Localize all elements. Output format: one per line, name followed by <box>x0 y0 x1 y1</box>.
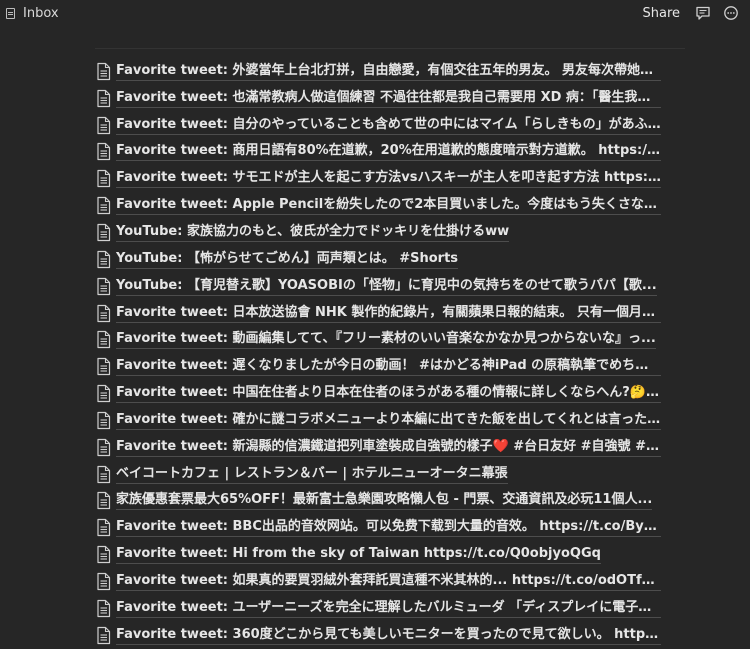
page-link-item[interactable]: Favorite tweet: サモエドが主人を起こす方法vsハスキーが主人を叩… <box>96 165 666 192</box>
document-icon <box>97 492 111 510</box>
page-link-item[interactable]: Favorite tweet: 自分のやっていることも含めて世の中にはマイム「ら… <box>96 112 666 139</box>
page-link-label[interactable]: Favorite tweet: 新潟縣的信濃鐵道把列車塗裝成自強號的樣子❤️ #… <box>116 438 661 457</box>
document-icon <box>97 358 111 376</box>
page-link-item[interactable]: Favorite tweet: 新潟縣的信濃鐵道把列車塗裝成自強號的樣子❤️ #… <box>96 434 666 461</box>
page-link-item[interactable]: Favorite tweet: 360度どこから見ても美しいモニターを買ったので… <box>96 622 666 649</box>
document-icon <box>97 89 111 107</box>
document-icon <box>97 277 111 295</box>
page-link-list: Favorite tweet: 外婆當年上台北打拼，自由戀愛，有個交往五年的男友… <box>96 58 666 649</box>
page-link-item[interactable]: YouTube: 【怖がらせてごめん】両声類とは。 #Shorts <box>96 246 666 273</box>
page-link-label[interactable]: Favorite tweet: 外婆當年上台北打拼，自由戀愛，有個交往五年的男友… <box>116 62 661 81</box>
document-icon <box>97 572 111 591</box>
document-icon <box>97 116 111 134</box>
page-link-item[interactable]: Favorite tweet: 遅くなりましたが今日の動画！ #はかどる神iPa… <box>96 353 666 380</box>
page-link-label[interactable]: Favorite tweet: サモエドが主人を起こす方法vsハスキーが主人を叩… <box>116 169 661 189</box>
page-link-label[interactable]: YouTube: 【怖がらせてごめん】両声類とは。 #Shorts <box>116 250 459 269</box>
document-icon <box>97 411 111 429</box>
comment-icon[interactable] <box>694 4 712 22</box>
page-link-item[interactable]: Favorite tweet: 日本放送協會 NHK 製作的紀錄片，有關蘋果日報… <box>96 300 666 327</box>
page-link-label[interactable]: Favorite tweet: 也滿常教病人做這個練習 不過往往都是我自己需要用… <box>116 89 661 108</box>
document-icon <box>97 62 111 81</box>
top-actions: Share <box>642 0 750 26</box>
page-link-label[interactable]: Favorite tweet: 如果真的要買羽絨外套拜託買這種不米其林的... … <box>116 572 661 591</box>
document-icon <box>97 519 111 537</box>
title-area[interactable]: Inbox <box>6 6 59 21</box>
page-link-item[interactable]: Favorite tweet: 動画編集してて、『フリー素材のいい音楽なかなか見… <box>96 326 666 353</box>
page-link-label[interactable]: YouTube: 【育児替え歌】YOASOBIの「怪物」に育児中の気持ちをのせて… <box>116 277 657 296</box>
page-link-label[interactable]: Favorite tweet: ユーザーニーズを完全に理解したバルミューダ 「デ… <box>116 599 661 618</box>
document-icon <box>97 331 111 349</box>
page-link-item[interactable]: 家族優惠套票最大65%OFF！最新富士急樂園攻略懶人包 - 門票、交通資訊及必玩… <box>96 488 666 515</box>
document-icon <box>97 465 111 483</box>
page-link-item[interactable]: Favorite tweet: 也滿常教病人做這個練習 不過往往都是我自己需要用… <box>96 85 666 112</box>
page-link-item[interactable]: YouTube: 【育児替え歌】YOASOBIの「怪物」に育児中の気持ちをのせて… <box>96 273 666 300</box>
divider <box>95 48 685 49</box>
page-link-label[interactable]: Favorite tweet: BBC出品的音效网站。可以免费下载到大量的音效。… <box>116 518 661 538</box>
page-link-item[interactable]: Favorite tweet: Hi from the sky of Taiwa… <box>96 541 666 568</box>
more-icon[interactable] <box>722 4 740 22</box>
document-icon <box>97 546 111 564</box>
page-link-label[interactable]: Favorite tweet: 確かに謎コラボメニューより本編に出てきた飯を出し… <box>116 411 661 430</box>
document-icon <box>97 197 111 215</box>
page-link-label[interactable]: Favorite tweet: 360度どこから見ても美しいモニターを買ったので… <box>116 626 661 645</box>
page-link-item[interactable]: Favorite tweet: 中国在住者より日本在住者のほうがある種の情報に詳… <box>96 380 666 407</box>
document-icon <box>97 223 111 242</box>
page-link-label[interactable]: Favorite tweet: 自分のやっていることも含めて世の中にはマイム「ら… <box>116 116 661 135</box>
page-link-label[interactable]: Favorite tweet: 動画編集してて、『フリー素材のいい音楽なかなか見… <box>116 330 656 350</box>
document-icon <box>97 143 111 161</box>
page-link-label[interactable]: YouTube: 家族協力のもと、彼氏が全力でドッキリを仕掛けるww <box>116 223 510 242</box>
page-link-item[interactable]: Favorite tweet: 外婆當年上台北打拼，自由戀愛，有個交往五年的男友… <box>96 58 666 85</box>
document-icon <box>97 438 111 456</box>
page-link-label[interactable]: Favorite tweet: Apple Pencilを紛失したので2本目買い… <box>116 196 661 216</box>
page-link-label[interactable]: Favorite tweet: Hi from the sky of Taiwa… <box>116 545 601 565</box>
page-link-label[interactable]: Favorite tweet: 日本放送協會 NHK 製作的紀錄片，有關蘋果日報… <box>116 304 661 323</box>
page-link-item[interactable]: Favorite tweet: Apple Pencilを紛失したので2本目買い… <box>96 192 666 219</box>
document-icon <box>97 384 111 403</box>
page-link-item[interactable]: Favorite tweet: ユーザーニーズを完全に理解したバルミューダ 「デ… <box>96 595 666 622</box>
page-link-item[interactable]: YouTube: 家族協力のもと、彼氏が全力でドッキリを仕掛けるww <box>96 219 666 246</box>
document-icon <box>97 250 111 268</box>
page-link-label[interactable]: ベイコートカフェ | レストラン＆バー | ホテルニューオータニ幕張 <box>116 465 508 484</box>
page-link-item[interactable]: Favorite tweet: 確かに謎コラボメニューより本編に出てきた飯を出し… <box>96 407 666 434</box>
page-link-label[interactable]: Favorite tweet: 商用日語有80%在道歉，20%在用道歉的態度暗示… <box>116 142 661 162</box>
page-link-label[interactable]: Favorite tweet: 中国在住者より日本在住者のほうがある種の情報に詳… <box>116 384 661 404</box>
page-link-item[interactable]: Favorite tweet: 如果真的要買羽絨外套拜託買這種不米其林的... … <box>96 568 666 595</box>
page-link-label[interactable]: Favorite tweet: 遅くなりましたが今日の動画！ #はかどる神iPa… <box>116 357 661 377</box>
page-title: Inbox <box>23 5 59 21</box>
share-button[interactable]: Share <box>642 6 680 21</box>
page-link-item[interactable]: Favorite tweet: 商用日語有80%在道歉，20%在用道歉的態度暗示… <box>96 139 666 166</box>
document-icon <box>97 626 111 644</box>
document-icon <box>97 170 111 188</box>
page-link-item[interactable]: Favorite tweet: BBC出品的音效网站。可以免费下载到大量的音效。… <box>96 514 666 541</box>
top-bar: Inbox Share <box>0 0 750 26</box>
page-link-label[interactable]: 家族優惠套票最大65%OFF！最新富士急樂園攻略懶人包 - 門票、交通資訊及必玩… <box>116 491 653 511</box>
page-link-item[interactable]: ベイコートカフェ | レストラン＆バー | ホテルニューオータニ幕張 <box>96 461 666 488</box>
page-icon <box>6 7 15 19</box>
document-icon <box>97 304 111 322</box>
document-icon <box>97 599 111 617</box>
